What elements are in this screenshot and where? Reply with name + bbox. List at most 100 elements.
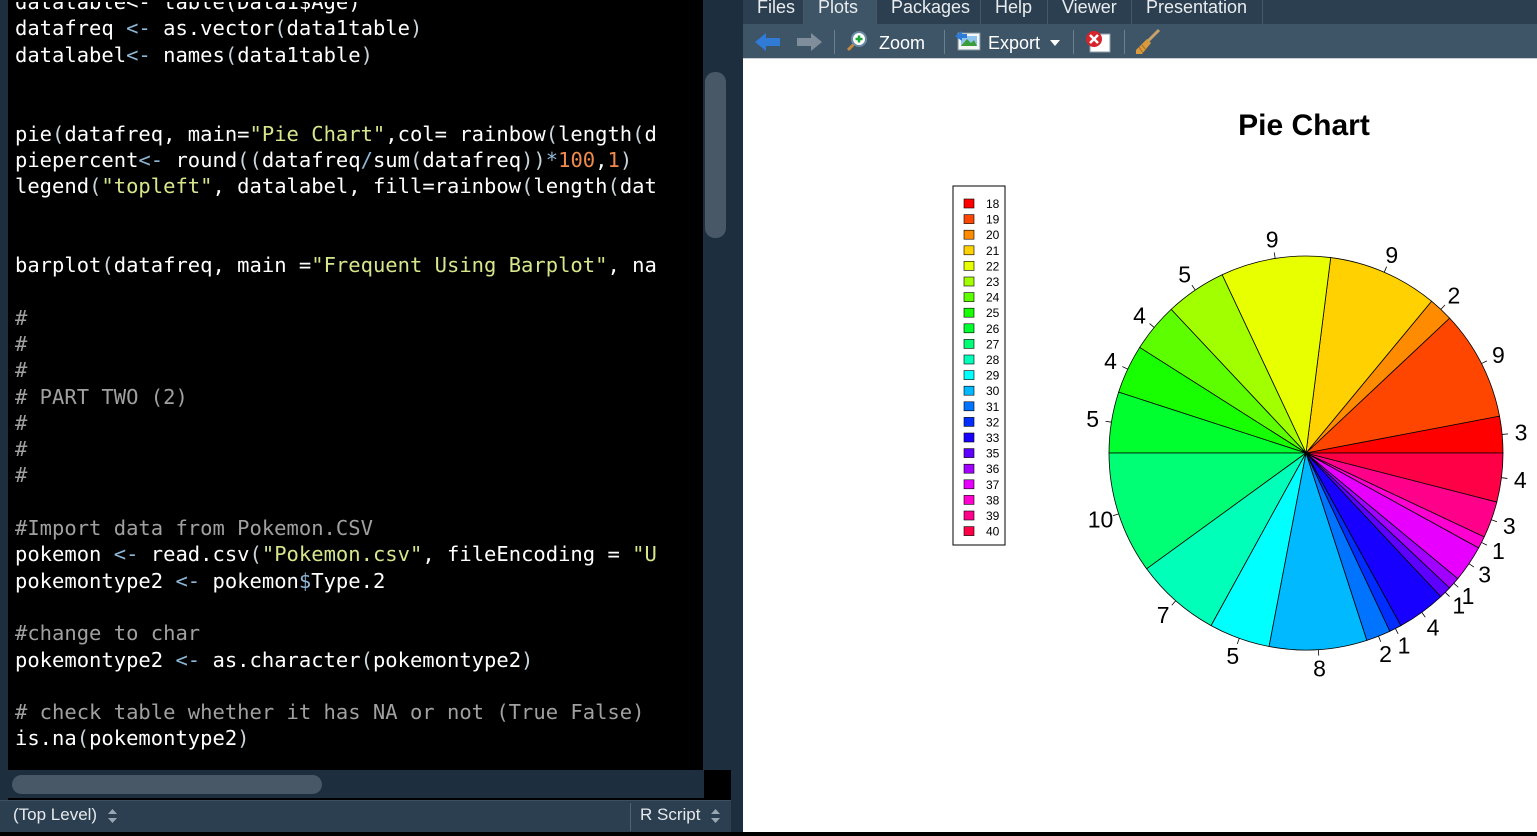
legend-label: 30 — [986, 384, 1000, 398]
code-line[interactable]: datalabel<- names(data1table) — [15, 42, 373, 68]
legend-swatch — [964, 339, 974, 348]
pane-tabbar: Files Plots Packages Help Viewer Present… — [743, 0, 1537, 24]
code-line[interactable]: # — [15, 357, 27, 383]
slice-label-tick — [1502, 434, 1508, 435]
code-line[interactable]: #Import data from Pokemon.CSV — [15, 515, 373, 541]
slice-value-label: 5 — [1226, 643, 1239, 669]
slice-label-tick — [1192, 285, 1195, 290]
legend-swatch — [964, 449, 974, 458]
legend-label: 23 — [986, 275, 1000, 289]
pie-chart: Pie Chart 39299544510758214113134 181920… — [743, 59, 1537, 832]
code-line[interactable]: # — [15, 462, 27, 488]
slice-value-label: 4 — [1514, 467, 1527, 493]
slice-label-tick — [1445, 592, 1449, 596]
tab-packages[interactable]: Packages — [877, 0, 981, 24]
slice-value-label: 3 — [1515, 420, 1528, 446]
code-line[interactable]: is.na(pokemontype2) — [15, 725, 250, 751]
tab-help[interactable]: Help — [981, 0, 1048, 24]
status-divider — [630, 803, 631, 831]
slice-value-label: 9 — [1492, 342, 1505, 368]
code-line[interactable]: # — [15, 305, 27, 331]
legend-swatch — [964, 355, 974, 364]
code-line[interactable]: datafreq <- as.vector(data1table) — [15, 15, 422, 41]
editor-status-bar: (Top Level) R Script — [0, 800, 731, 832]
legend-label: 21 — [986, 244, 1000, 258]
chart-title: Pie Chart — [1238, 109, 1370, 142]
slice-value-label: 7 — [1157, 602, 1170, 628]
legend-label: 18 — [986, 197, 1000, 211]
legend-swatch — [964, 433, 974, 442]
back-arrow-icon[interactable] — [755, 32, 781, 52]
export-icon[interactable] — [955, 30, 983, 52]
slice-label-tick — [1113, 514, 1119, 516]
plot-area: Pie Chart 39299544510758214113134 181920… — [743, 59, 1537, 832]
slice-value-label: 3 — [1503, 513, 1516, 539]
code-line[interactable]: piepercent<- round((datafreq/sum(datafre… — [15, 147, 632, 173]
legend-label: 37 — [986, 478, 1000, 492]
code-line[interactable]: # check table whether it has NA or not (… — [15, 699, 644, 725]
code-line[interactable]: #change to char — [15, 620, 200, 646]
legend-label: 33 — [986, 431, 1000, 445]
tab-presentation[interactable]: Presentation — [1132, 0, 1263, 24]
tab-viewer[interactable]: Viewer — [1048, 0, 1132, 24]
legend-swatch — [964, 215, 974, 224]
editor-gutter — [0, 0, 8, 800]
code-line[interactable]: legend("topleft", datalabel, fill=rainbo… — [15, 173, 657, 199]
tab-files[interactable]: Files — [743, 0, 804, 24]
export-dropdown-icon[interactable] — [1050, 40, 1060, 46]
slice-value-label: 10 — [1088, 507, 1114, 533]
legend-label: 19 — [986, 213, 1000, 227]
slice-label-tick — [1501, 478, 1507, 479]
export-button[interactable]: Export — [988, 33, 1040, 54]
legend-swatch — [964, 386, 974, 395]
slice-value-label: 1 — [1492, 538, 1505, 564]
legend-label: 26 — [986, 322, 1000, 336]
code-line[interactable]: # — [15, 331, 27, 357]
slice-label-tick — [1482, 542, 1487, 545]
code-line[interactable]: # — [15, 436, 27, 462]
pane-splitter[interactable] — [731, 0, 743, 832]
source-code[interactable]: datatable<- table(Data1$Age)datafreq <- … — [15, 2, 703, 768]
legend-swatch — [964, 293, 974, 302]
slice-value-label: 5 — [1178, 261, 1191, 287]
legend-label: 38 — [986, 493, 1000, 507]
slice-label-tick — [1441, 305, 1445, 309]
filetype-updown-icon — [711, 809, 720, 823]
toolbar-separator — [1073, 30, 1074, 54]
horizontal-scrollbar-thumb[interactable] — [12, 775, 322, 794]
legend-label: 27 — [986, 337, 1000, 351]
slice-value-label: 2 — [1447, 283, 1460, 309]
code-line[interactable]: pokemon <- read.csv("Pokemon.csv", fileE… — [15, 541, 657, 567]
code-line[interactable]: pokemontype2 <- pokemon$Type.2 — [15, 568, 385, 594]
code-line[interactable]: pie(datafreq, main="Pie Chart",col= rain… — [15, 121, 657, 147]
plots-pane: Files Plots Packages Help Viewer Present… — [743, 0, 1537, 832]
zoom-icon[interactable] — [845, 29, 869, 53]
legend-label: 35 — [986, 447, 1000, 461]
legend-swatch — [964, 324, 974, 333]
code-line[interactable]: pokemontype2 <- as.character(pokemontype… — [15, 647, 533, 673]
scope-selector[interactable]: (Top Level) — [13, 805, 97, 825]
forward-arrow-icon[interactable] — [797, 32, 823, 52]
code-line[interactable]: # PART TWO (2) — [15, 384, 188, 410]
remove-plot-icon[interactable] — [1084, 30, 1112, 54]
slice-value-label: 5 — [1086, 406, 1099, 432]
legend-label: 40 — [986, 525, 1000, 539]
legend-label: 36 — [986, 462, 1000, 476]
code-line[interactable]: # — [15, 410, 27, 436]
tab-plots[interactable]: Plots — [804, 0, 877, 24]
legend-swatch — [964, 308, 974, 317]
legend-label: 24 — [986, 291, 1000, 305]
legend-label: 22 — [986, 259, 1000, 273]
code-editor[interactable]: datatable<- table(Data1$Age)datafreq <- … — [0, 0, 741, 832]
code-line[interactable]: datatable<- table(Data1$Age) — [15, 2, 361, 15]
vertical-scrollbar-thumb[interactable] — [705, 72, 726, 238]
legend-label: 25 — [986, 306, 1000, 320]
zoom-button[interactable]: Zoom — [879, 33, 925, 54]
filetype-selector[interactable]: R Script — [640, 805, 700, 825]
legend-swatch — [964, 261, 974, 270]
slice-label-tick — [1150, 324, 1155, 328]
plots-toolbar: Zoom Export — [743, 24, 1537, 59]
code-line[interactable]: barplot(datafreq, main ="Frequent Using … — [15, 252, 657, 278]
legend-swatch — [964, 246, 974, 255]
broom-clear-icon[interactable] — [1134, 28, 1162, 56]
